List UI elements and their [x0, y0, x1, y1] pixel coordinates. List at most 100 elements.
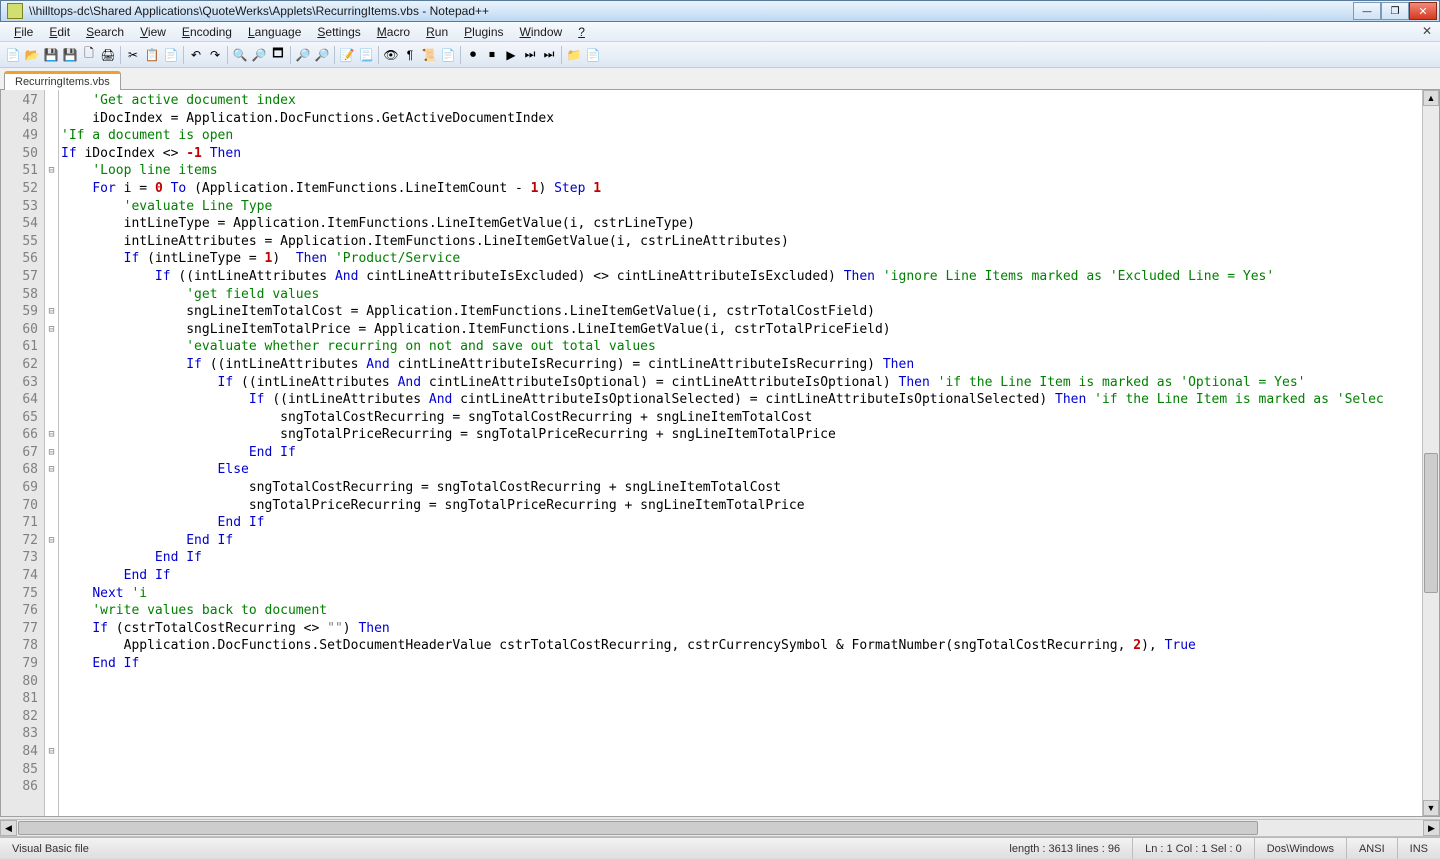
fold-marker: [45, 585, 58, 603]
menu-run[interactable]: Run: [418, 23, 456, 41]
toolbar-button[interactable]: ↶: [187, 46, 205, 64]
fold-marker: [45, 690, 58, 708]
fold-marker: [45, 374, 58, 392]
toolbar-button[interactable]: 📄: [4, 46, 22, 64]
fold-marker: [45, 567, 58, 585]
window-titlebar: \\hilltops-dc\Shared Applications\QuoteW…: [0, 0, 1440, 22]
toolbar-button[interactable]: 📃: [357, 46, 375, 64]
fold-marker[interactable]: ⊟: [45, 743, 58, 761]
fold-marker[interactable]: ⊟: [45, 303, 58, 321]
toolbar-button[interactable]: 📁: [565, 46, 583, 64]
fold-column[interactable]: ⊟⊟⊟⊟⊟⊟⊟⊟: [45, 90, 59, 816]
status-encoding: ANSI: [1347, 838, 1398, 859]
fold-marker[interactable]: ⊟: [45, 426, 58, 444]
scroll-up-arrow-icon[interactable]: ▲: [1423, 90, 1439, 106]
toolbar-button[interactable]: 📄: [584, 46, 602, 64]
fold-marker: [45, 778, 58, 796]
maximize-button[interactable]: [1381, 2, 1409, 20]
fold-marker: [45, 180, 58, 198]
toolbar-button[interactable]: ⏺: [464, 46, 482, 64]
toolbar-button[interactable]: 🗖: [269, 46, 287, 64]
fold-marker: [45, 92, 58, 110]
fold-marker: [45, 233, 58, 251]
toolbar-button[interactable]: ▶: [502, 46, 520, 64]
tab-bar: RecurringItems.vbs: [0, 68, 1440, 90]
toolbar-button[interactable]: ⏭: [540, 46, 558, 64]
fold-marker: [45, 250, 58, 268]
fold-marker: [45, 637, 58, 655]
fold-marker: [45, 673, 58, 691]
toolbar-button[interactable]: 🖨: [99, 46, 117, 64]
menu-settings[interactable]: Settings: [309, 23, 368, 41]
toolbar-button[interactable]: 💾: [42, 46, 60, 64]
fold-marker[interactable]: ⊟: [45, 321, 58, 339]
toolbar-button[interactable]: 📂: [23, 46, 41, 64]
fold-marker[interactable]: ⊟: [45, 461, 58, 479]
menu-[interactable]: ?: [570, 23, 593, 41]
status-eol: Dos\Windows: [1255, 838, 1347, 859]
toolbar-button[interactable]: 💾: [61, 46, 79, 64]
menu-view[interactable]: View: [132, 23, 174, 41]
fold-marker: [45, 497, 58, 515]
fold-marker: [45, 479, 58, 497]
close-button[interactable]: [1409, 2, 1437, 20]
tab-active[interactable]: RecurringItems.vbs: [4, 71, 121, 90]
fold-marker: [45, 655, 58, 673]
horizontal-scroll-track[interactable]: [17, 820, 1423, 836]
document-close-icon[interactable]: ✕: [1422, 24, 1432, 38]
menu-file[interactable]: File: [6, 23, 41, 41]
window-controls: [1353, 2, 1437, 20]
horizontal-scroll-thumb[interactable]: [18, 821, 1258, 835]
toolbar-button[interactable]: 🔎: [313, 46, 331, 64]
toolbar-button[interactable]: 📋: [143, 46, 161, 64]
toolbar-button[interactable]: ⏭: [521, 46, 539, 64]
fold-marker[interactable]: ⊟: [45, 532, 58, 550]
scroll-down-arrow-icon[interactable]: ▼: [1423, 800, 1439, 816]
app-icon: [7, 3, 23, 19]
menu-language[interactable]: Language: [240, 23, 309, 41]
fold-marker: [45, 761, 58, 779]
menu-bar: FileEditSearchViewEncodingLanguageSettin…: [0, 22, 1440, 42]
toolbar-button[interactable]: 📄: [439, 46, 457, 64]
line-number-gutter: 4748495051525354555657585960616263646566…: [1, 90, 45, 816]
minimize-button[interactable]: [1353, 2, 1381, 20]
toolbar-button[interactable]: 🔎: [294, 46, 312, 64]
scroll-left-arrow-icon[interactable]: ◀: [0, 820, 17, 836]
toolbar-button[interactable]: ↷: [206, 46, 224, 64]
fold-marker[interactable]: ⊟: [45, 444, 58, 462]
fold-marker: [45, 198, 58, 216]
window-title: \\hilltops-dc\Shared Applications\QuoteW…: [27, 4, 1353, 18]
menu-window[interactable]: Window: [512, 23, 571, 41]
menu-macro[interactable]: Macro: [369, 23, 418, 41]
status-insert-mode: INS: [1398, 838, 1440, 859]
menu-encoding[interactable]: Encoding: [174, 23, 240, 41]
fold-marker: [45, 356, 58, 374]
toolbar-button[interactable]: 📄: [162, 46, 180, 64]
fold-marker: [45, 215, 58, 233]
toolbar-button[interactable]: ¶: [401, 46, 419, 64]
toolbar-button[interactable]: ⏹: [483, 46, 501, 64]
menu-edit[interactable]: Edit: [41, 23, 78, 41]
horizontal-scrollbar[interactable]: ◀ ▶: [0, 819, 1440, 837]
toolbar-button[interactable]: ✂: [124, 46, 142, 64]
code-area[interactable]: 'Get active document index iDocIndex = A…: [59, 90, 1422, 816]
fold-marker: [45, 725, 58, 743]
toolbar-button[interactable]: 🔎: [250, 46, 268, 64]
vertical-scroll-thumb[interactable]: [1424, 453, 1438, 593]
fold-marker: [45, 391, 58, 409]
fold-marker: [45, 514, 58, 532]
toolbar-button[interactable]: 📜: [420, 46, 438, 64]
toolbar-button[interactable]: 👁: [382, 46, 400, 64]
toolbar-button[interactable]: 🔍: [231, 46, 249, 64]
toolbar-button[interactable]: 📝: [338, 46, 356, 64]
fold-marker: [45, 110, 58, 128]
fold-marker: [45, 409, 58, 427]
fold-marker: [45, 602, 58, 620]
toolbar-button[interactable]: 🗋: [80, 46, 98, 64]
editor[interactable]: 4748495051525354555657585960616263646566…: [0, 90, 1440, 817]
menu-plugins[interactable]: Plugins: [456, 23, 511, 41]
vertical-scrollbar[interactable]: ▲ ▼: [1422, 90, 1439, 816]
fold-marker[interactable]: ⊟: [45, 162, 58, 180]
menu-search[interactable]: Search: [78, 23, 132, 41]
scroll-right-arrow-icon[interactable]: ▶: [1423, 820, 1440, 836]
